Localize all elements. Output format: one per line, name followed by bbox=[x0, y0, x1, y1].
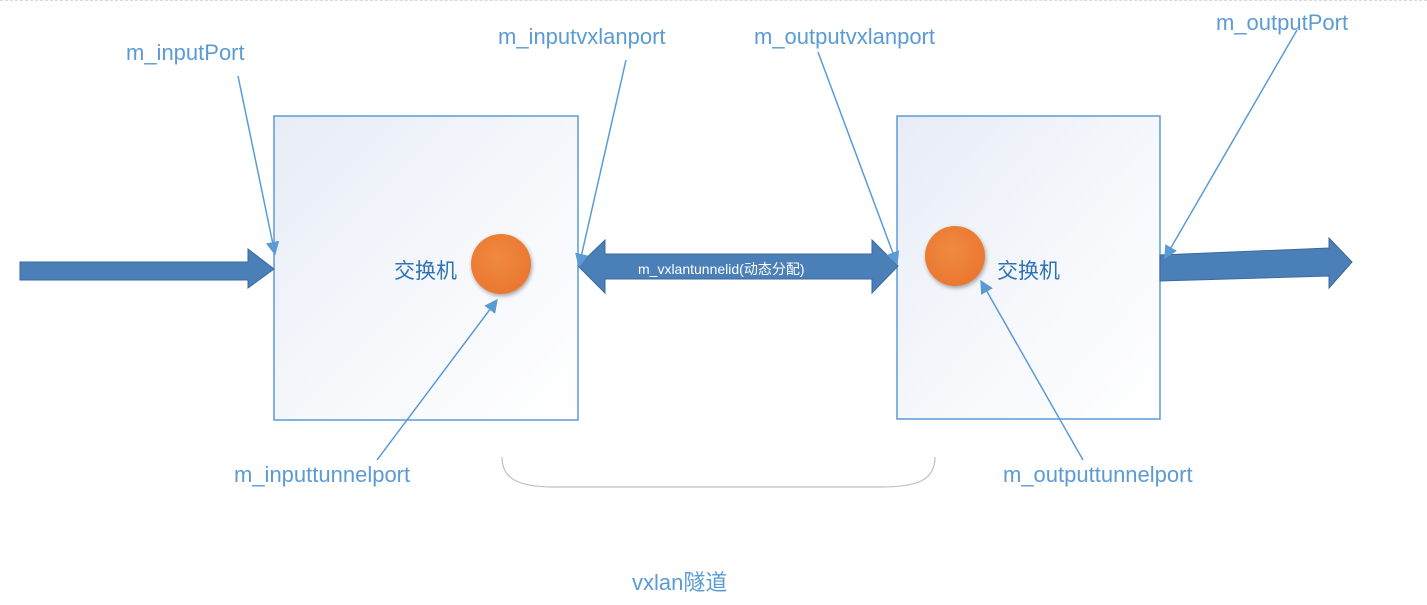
pointer-input-port bbox=[237, 75, 280, 256]
input-tunnel-port-label: m_inputtunnelport bbox=[234, 462, 411, 487]
diagram-canvas bbox=[19, 29, 1353, 488]
switch-label-right: 交换机 bbox=[997, 260, 1060, 283]
tunnel-name-label: vxlan隧道 bbox=[632, 570, 728, 595]
pointer-input-vxlan-port bbox=[575, 59, 627, 268]
output-port-label: m_outputPort bbox=[1216, 10, 1349, 35]
input-port-label: m_inputPort bbox=[126, 40, 245, 65]
tunnel-brace bbox=[501, 456, 936, 488]
input-tunnel-port-circle bbox=[471, 234, 531, 294]
output-arrow bbox=[1159, 236, 1353, 290]
pointer-output-vxlan-port bbox=[817, 51, 900, 266]
pointer-output-port bbox=[1164, 29, 1298, 260]
output-vxlan-port-label: m_outputvxlanport bbox=[754, 24, 935, 49]
tunnel-id-label: m_vxlantunnelid(动态分配) bbox=[638, 261, 805, 277]
output-tunnel-port-label: m_outputtunnelport bbox=[1003, 462, 1193, 487]
input-arrow bbox=[19, 247, 275, 289]
switch-label-left: 交换机 bbox=[394, 260, 457, 283]
input-vxlan-port-label: m_inputvxlanport bbox=[498, 24, 666, 49]
output-tunnel-port-circle bbox=[925, 226, 985, 286]
